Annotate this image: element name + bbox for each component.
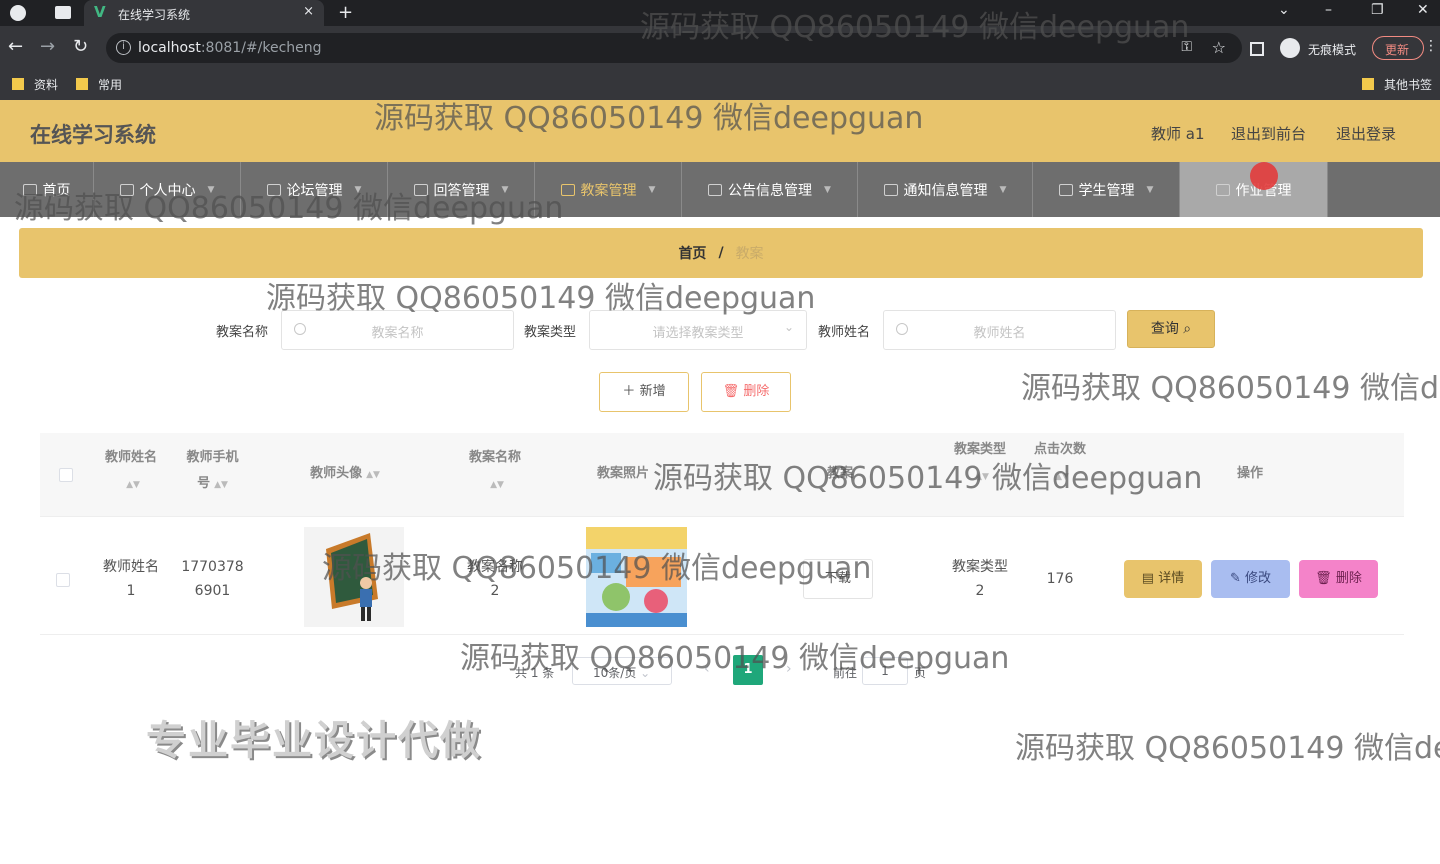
cell-clicks: 176 [1046, 571, 1074, 587]
caret-down-icon: ▼ [824, 184, 831, 195]
caret-down-icon: ▼ [999, 184, 1007, 195]
back-icon[interactable]: ← [8, 37, 23, 57]
watermark-text: 源码获取 QQ86050149 微信de [1021, 371, 1440, 406]
incognito-icon[interactable] [1280, 38, 1300, 58]
cell-plan-type: 教案类型 2 [952, 559, 1008, 599]
caret-down-icon: ▼ [1146, 184, 1154, 195]
bell-icon [883, 183, 898, 196]
sort-icon[interactable]: ▲▼ [490, 472, 504, 498]
bookmark-folder-resources[interactable]: 资料 [12, 76, 58, 93]
breadcrumb-separator: / [718, 245, 724, 261]
site-info-icon[interactable]: i [116, 40, 131, 55]
watermark-text: 源码获取 QQ86050149 微信deepguan [640, 10, 1190, 45]
plan-name-placeholder: 教案名称 [371, 326, 424, 341]
browser-tab[interactable]: V 在线学习系统 × [84, 0, 324, 26]
watermark-text: 源码获取 QQ86050149 微信deepguan [460, 641, 1010, 676]
plus-icon: ＋ [622, 384, 636, 399]
cell-teacher-phone: 1770378 6901 [181, 559, 244, 599]
detail-button[interactable]: ▤ 详情 [1124, 560, 1202, 598]
cell-teacher-name: 教师姓名 1 [103, 559, 159, 599]
breadcrumb-current: 教案 [735, 246, 764, 262]
mouse-cursor-indicator [1250, 162, 1278, 190]
tab-list-chevron-icon[interactable]: ⌄ [1278, 2, 1290, 18]
current-user: 教师 a1 [1151, 125, 1205, 143]
trash-icon: 🗑 [722, 384, 740, 399]
notice-icon [708, 183, 723, 196]
logout-link[interactable]: 退出登录 [1336, 123, 1396, 144]
col-teacher-name[interactable]: 教师姓名 ▲▼ [96, 445, 166, 498]
watermark-text: 源码获取 QQ86050149 微信deepguan [14, 191, 564, 226]
bookmark-folder-common[interactable]: 常用 [76, 76, 122, 93]
sort-icon[interactable]: ▲▼ [366, 462, 380, 488]
incognito-label: 无痕模式 [1308, 43, 1357, 57]
col-plan-name[interactable]: 教案名称 ▲▼ [445, 445, 545, 498]
plan-name-label: 教案名称 [216, 325, 269, 340]
query-button[interactable]: 查询 ⌕ [1127, 310, 1215, 348]
folder-icon [12, 78, 24, 90]
plan-type-label: 教案类型 [524, 325, 577, 340]
search-icon: ⌕ [1183, 321, 1192, 337]
row-checkbox[interactable] [56, 573, 70, 587]
chrome-profile-icon[interactable] [10, 5, 26, 21]
folder-icon [76, 78, 88, 90]
add-button[interactable]: ＋ 新增 [599, 372, 689, 412]
menu-item-announcements[interactable]: 公告信息管理 ▼ [682, 162, 858, 217]
minimize-icon[interactable]: – [1325, 2, 1332, 18]
student-icon [1058, 183, 1073, 196]
menu-item-notifications[interactable]: 通知信息管理 ▼ [858, 162, 1033, 217]
delete-button[interactable]: 🗑 删除 [1299, 560, 1378, 598]
other-bookmarks[interactable]: 其他书签 [1362, 76, 1432, 93]
back-to-front-link[interactable]: 退出到前台 [1231, 123, 1306, 144]
url-text[interactable]: localhost:8081/#/kecheng [138, 40, 322, 56]
window-close-icon[interactable]: ✕ [1417, 2, 1429, 18]
edit-button[interactable]: ✎ 修改 [1211, 560, 1290, 598]
plan-type-placeholder: 请选择教案类型 [652, 326, 744, 341]
tab-title: 在线学习系统 [118, 8, 191, 22]
vue-favicon-icon: V [94, 3, 106, 21]
chevron-down-icon: ⌄ [783, 320, 794, 334]
homework-icon [1215, 183, 1230, 196]
teacher-name-label: 教师姓名 [818, 325, 871, 340]
breadcrumb-home[interactable]: 首页 [678, 243, 706, 263]
caret-down-icon: ▼ [648, 184, 656, 195]
breadcrumb: 首页 / 教案 [19, 228, 1423, 278]
reload-icon[interactable]: ↻ [73, 37, 88, 57]
new-tab-icon[interactable]: + [338, 2, 353, 23]
restore-icon[interactable]: ❐ [1371, 2, 1384, 18]
sort-icon[interactable]: ▲▼ [214, 472, 228, 498]
close-tab-icon[interactable]: × [303, 4, 314, 19]
app-brand: 在线学习系统 [30, 123, 156, 147]
select-all-checkbox[interactable] [59, 468, 73, 482]
tab-search-icon[interactable] [55, 6, 71, 19]
trash-icon: 🗑 [1315, 571, 1332, 586]
watermark-text: 源码获取 QQ86050149 微信deepguan [374, 101, 924, 136]
watermark-text: 源码获取 QQ86050149 微信deepguan [653, 461, 1203, 496]
bookmark-star-icon[interactable]: ☆ [1212, 38, 1226, 57]
col-plan-photo[interactable]: 教案照片 [588, 461, 658, 487]
browser-menu-icon[interactable]: ⋮ [1424, 38, 1438, 54]
side-panel-icon[interactable] [1250, 42, 1264, 56]
teacher-name-placeholder: 教师姓名 [973, 326, 1026, 341]
promo-stamp-text: 专业毕业设计代做 [146, 718, 482, 764]
teacher-name-input[interactable]: 教师姓名 [883, 310, 1116, 350]
menu-item-students[interactable]: 学生管理 ▼ [1033, 162, 1180, 217]
watermark-text: 源码获取 QQ86050149 微信deepguan [322, 551, 872, 586]
col-operations: 操作 [1236, 466, 1263, 481]
pencil-icon: ✎ [1229, 571, 1241, 586]
batch-delete-button[interactable]: 🗑 删除 [701, 372, 791, 412]
watermark-text: 源码获取 QQ86050149 微信deepguan [266, 281, 816, 316]
col-teacher-phone[interactable]: 教师手机号 ▲▼ [175, 445, 250, 498]
folder-icon [1362, 78, 1374, 90]
update-button[interactable]: 更新 [1372, 36, 1424, 60]
document-icon: ▤ [1141, 571, 1155, 586]
forward-icon[interactable]: → [40, 37, 55, 57]
col-avatar[interactable]: 教师头像 ▲▼ [295, 461, 395, 488]
sort-icon[interactable]: ▲▼ [126, 472, 140, 498]
watermark-text: 源码获取 QQ86050149 微信de [1015, 731, 1440, 766]
